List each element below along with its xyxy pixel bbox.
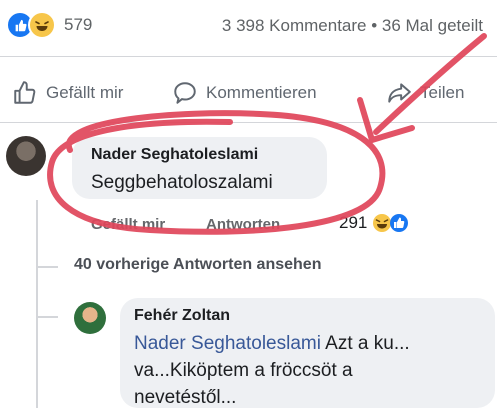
comments-shares-count[interactable]: 3 398 Kommentare • 36 Mal geteilt (222, 16, 483, 36)
comment-author[interactable]: Nader Seghatoleslami (91, 146, 258, 164)
thread-branch (36, 316, 58, 318)
reaction-summary[interactable]: 579 (6, 10, 92, 40)
comment-text: Seggbehatoloszalami (91, 172, 273, 193)
divider (0, 56, 497, 57)
share-button-label: Teilen (420, 83, 465, 102)
comment-bubble-icon (174, 82, 196, 104)
divider (0, 122, 497, 123)
like-icon (390, 214, 409, 232)
mention-link[interactable]: Nader Seghatoleslami (134, 333, 321, 354)
reply-author[interactable]: Fehér Zoltan (134, 307, 230, 325)
haha-icon (28, 11, 56, 39)
thumbs-up-icon (14, 81, 36, 104)
comment-button-label: Kommentieren (206, 83, 317, 102)
comment-button[interactable]: Kommentieren (172, 78, 317, 108)
like-button-label: Gefällt mir (46, 83, 124, 102)
comment-reaction-count-value: 291 (339, 213, 368, 232)
reply-text-line: va...Kiköptem a fröccsöt a (134, 360, 353, 381)
thread-line (36, 200, 38, 408)
comment-reply-link[interactable]: Antworten (206, 216, 280, 233)
reply-text-line: nevetéstől... (134, 387, 237, 408)
reply-text: Azt a ku... (320, 333, 410, 354)
avatar[interactable] (6, 136, 46, 176)
avatar[interactable] (74, 302, 106, 334)
share-button[interactable]: Teilen (386, 78, 464, 108)
like-button[interactable]: Gefällt mir (12, 78, 123, 108)
comment-reaction-count[interactable]: 291 (339, 213, 409, 233)
reaction-count[interactable]: 579 (64, 15, 92, 35)
reply-text-line: Nader Seghatoleslami Azt a ku... (134, 333, 410, 355)
thread-branch (36, 266, 58, 268)
view-previous-replies-link[interactable]: 40 vorherige Antworten ansehen (74, 256, 321, 274)
share-arrow-icon (388, 83, 411, 103)
comment-like-link[interactable]: Gefällt mir (91, 216, 165, 233)
